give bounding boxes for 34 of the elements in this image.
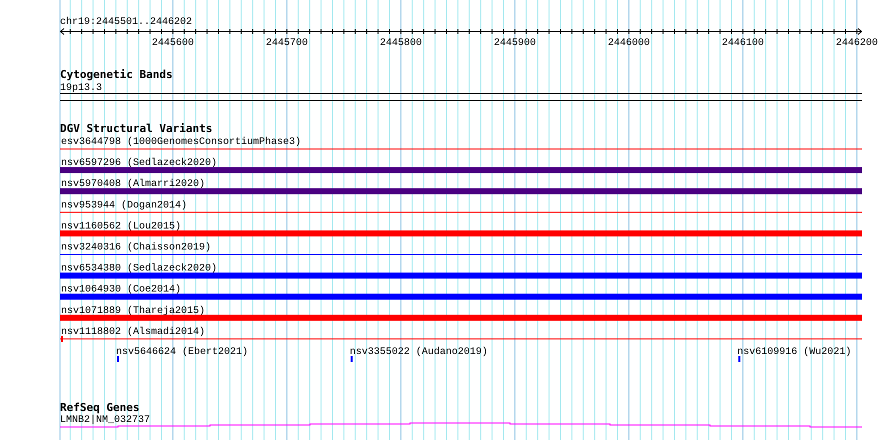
variant-label: nsv1160562 (Lou2015) <box>61 221 182 232</box>
variant-label: esv3644798 (1000GenomesConsortiumPhase3) <box>61 137 302 148</box>
ruler-tick-label: 2445800 <box>380 38 422 49</box>
variant-bar[interactable] <box>60 272 862 279</box>
ruler-tick-label: 2445700 <box>266 38 308 49</box>
variant-label: nsv6534380 (Sedlazeck2020) <box>61 264 218 275</box>
variant-bar[interactable] <box>60 294 862 300</box>
variant-label: nsv5970408 (Almarri2020) <box>61 179 206 190</box>
track-title: RefSeq Genes <box>60 401 140 414</box>
gene-model-drawing[interactable] <box>60 422 862 428</box>
variant-bar[interactable] <box>60 188 862 194</box>
track-title: Cytogenetic Bands <box>60 68 173 81</box>
variant-bar[interactable] <box>738 356 740 362</box>
ruler-tick-label: 2445900 <box>494 38 536 49</box>
variant-bar[interactable] <box>350 356 353 362</box>
ruler-tick-label: 2446100 <box>722 38 764 49</box>
ruler-tick-label: 2445600 <box>152 38 194 49</box>
variant-start-marker <box>61 336 63 342</box>
ruler-label: chr19:2445501..2446202 <box>60 17 192 28</box>
variant-label: nsv1071889 (Thareja2015) <box>61 306 206 317</box>
variant-label: nsv3355022 (Audano2019) <box>350 347 488 358</box>
track-title: DGV Structural Variants <box>60 122 212 135</box>
cytoband-label: 19p13.3 <box>60 83 102 94</box>
variant-bar[interactable] <box>60 167 862 174</box>
variant-label: nsv3240316 (Chaisson2019) <box>61 242 212 254</box>
variant-label: nsv953944 (Dogan2014) <box>61 200 188 212</box>
variant-label: nsv1064930 (Coe2014) <box>61 284 182 296</box>
variant-label: nsv6597296 (Sedlazeck2020) <box>61 158 218 170</box>
ruler-tick-label: 2446200 <box>836 38 878 49</box>
ruler-tick-label: 2446000 <box>608 38 650 49</box>
variant-label: nsv1118802 (Alsmadi2014) <box>61 326 206 338</box>
variant-label: nsv5646624 (Ebert2021) <box>116 347 248 358</box>
variant-label: nsv6109916 (Wu2021) <box>737 347 852 358</box>
gene-label: LMNB2|NM_032737 <box>60 415 150 426</box>
